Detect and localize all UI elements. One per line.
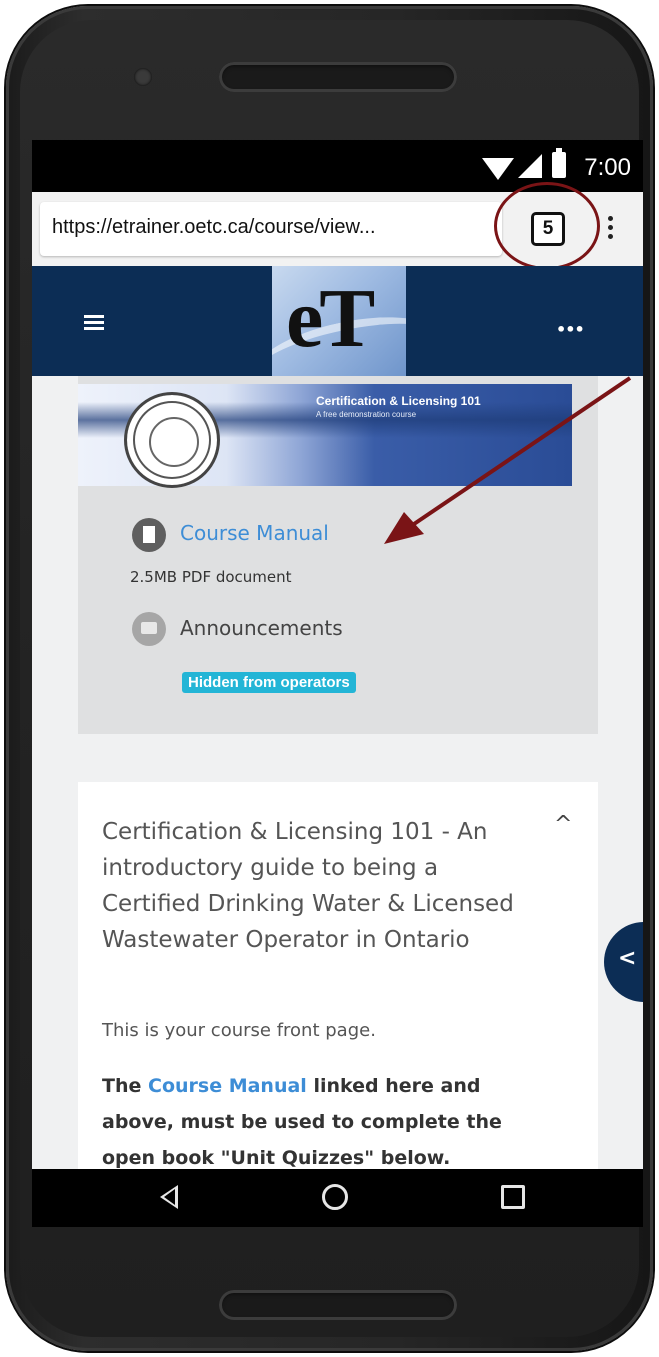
overflow-menu-icon[interactable]: [598, 210, 622, 246]
recent-apps-icon[interactable]: [501, 1185, 525, 1209]
android-nav-bar: [32, 1169, 643, 1227]
section-title: Certification & Licensing 101 - An intro…: [102, 819, 514, 953]
annotation-circle: [494, 182, 600, 270]
back-icon[interactable]: [160, 1185, 178, 1209]
manual-instructions: The Course Manual linked here and above,…: [102, 1068, 552, 1176]
front-camera: [134, 68, 152, 86]
cell-signal-icon: [518, 154, 542, 178]
device-screen: 7:00 https://etrainer.oetc.ca/course/vie…: [32, 140, 643, 1227]
front-page-text: This is your course front page.: [102, 1020, 376, 1041]
browser-toolbar: https://etrainer.oetc.ca/course/view... …: [32, 182, 643, 270]
battery-icon: [552, 148, 566, 178]
earpiece-speaker: [219, 62, 457, 92]
url-field[interactable]: https://etrainer.oetc.ca/course/view...: [40, 202, 502, 256]
url-text: https://etrainer.oetc.ca/course/view...: [52, 216, 376, 238]
course-section-card: Certification & Licensing 101 - An intro…: [78, 782, 598, 1227]
wifi-icon: [482, 158, 514, 180]
web-page: eT ••• Certification & Licensing 101 A f…: [32, 266, 643, 1227]
status-time: 7:00: [584, 154, 631, 181]
home-icon[interactable]: [322, 1184, 348, 1210]
chevron-left-icon: <: [618, 946, 637, 971]
instructions-intro: The: [102, 1075, 148, 1097]
inline-course-manual-link[interactable]: Course Manual: [148, 1075, 307, 1097]
bottom-speaker: [219, 1290, 457, 1320]
collapse-chevron-icon[interactable]: ^: [554, 812, 572, 837]
